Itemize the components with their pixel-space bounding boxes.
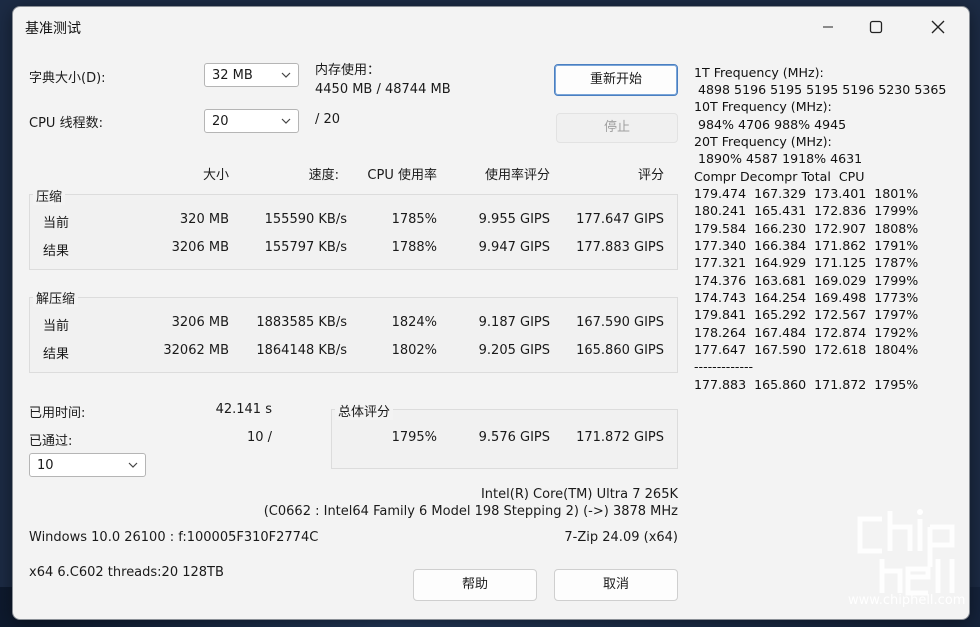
passes-value: 10 /	[246, 430, 272, 445]
results-row: 177.321 164.929 171.125 1787%	[694, 255, 919, 270]
col-cpu-usage: CPU 使用率	[367, 168, 437, 183]
benchmark-window: 基准测试 字典大小(D): 32 MB 内存使用： 4450 MB / 4874…	[12, 6, 970, 620]
compress-group	[29, 194, 678, 270]
help-button[interactable]: 帮助	[413, 569, 537, 601]
maximize-icon	[869, 20, 883, 34]
decompress-title: 解压缩	[33, 288, 79, 307]
app-version: 7-Zip 24.09 (x64)	[564, 530, 678, 545]
row-label: 结果	[43, 347, 70, 362]
col-speed: 速度:	[308, 168, 339, 183]
results-row: 180.241 165.431 172.836 1799%	[694, 203, 919, 218]
row-label: 当前	[43, 319, 70, 334]
cpu-detail: (C0662 : Intel64 Family 6 Model 198 Step…	[263, 504, 678, 519]
memory-usage-value: 4450 MB / 48744 MB	[315, 82, 451, 97]
cpu-threads-select[interactable]: 20	[204, 109, 299, 133]
cell-speed: 1864148 KB/s	[256, 343, 347, 358]
decompress-group	[29, 297, 678, 373]
passes-select-value: 10	[37, 458, 54, 473]
cell-size: 32062 MB	[163, 343, 229, 358]
passes-select[interactable]: 10	[29, 453, 146, 477]
col-rating: 评分	[637, 168, 664, 183]
dict-size-select[interactable]: 32 MB	[204, 63, 299, 87]
total-usage-rating: 9.576 GIPS	[478, 430, 550, 445]
maximize-button[interactable]	[853, 7, 899, 47]
cpu-threads-value: 20	[212, 114, 229, 129]
results-row: 174.743 164.254 169.498 1773%	[694, 290, 919, 305]
results-separator: -------------	[694, 359, 754, 374]
cancel-button[interactable]: 取消	[554, 569, 678, 601]
freq20-label: 20T Frequency (MHz):	[694, 134, 832, 149]
cell-rating: 177.883 GIPS	[576, 240, 664, 255]
compress-title: 压缩	[33, 186, 66, 205]
cell-rating: 165.860 GIPS	[576, 343, 664, 358]
results-row: 178.264 167.484 172.874 1792%	[694, 325, 919, 340]
cell-rating: 177.647 GIPS	[576, 212, 664, 227]
cpu-threads-max: / 20	[315, 112, 341, 127]
chiphell-logo-icon	[857, 509, 955, 596]
cell-size: 3206 MB	[171, 240, 229, 255]
results-row: 179.474 167.329 173.401 1801%	[694, 186, 919, 201]
watermark-text: www.chiphell.com	[848, 593, 966, 608]
col-size: 大小	[202, 168, 229, 183]
freq10-label: 10T Frequency (MHz):	[694, 99, 832, 114]
cell-rating: 167.590 GIPS	[576, 315, 664, 330]
memory-usage-label: 内存使用：	[315, 63, 381, 78]
results-row: 179.584 166.230 172.907 1808%	[694, 221, 919, 236]
chevron-down-icon	[281, 118, 291, 124]
cell-size: 3206 MB	[171, 315, 229, 330]
cell-cpu: 1788%	[391, 240, 437, 255]
cpu-name: Intel(R) Core(TM) Ultra 7 265K	[480, 487, 678, 502]
cell-speed: 155590 KB/s	[264, 212, 347, 227]
dict-size-value: 32 MB	[212, 68, 253, 83]
cell-speed: 155797 KB/s	[264, 240, 347, 255]
cell-usage-rating: 9.205 GIPS	[478, 343, 550, 358]
cell-cpu: 1802%	[391, 343, 437, 358]
cpu-threads-label: CPU 线程数:	[29, 116, 103, 131]
restart-button[interactable]: 重新开始	[554, 64, 678, 96]
results-row: 177.647 167.590 172.618 1804%	[694, 342, 919, 357]
freq1-values: 4898 5196 5195 5195 5196 5230 5365	[694, 82, 947, 97]
total-cpu: 1795%	[391, 430, 437, 445]
minimize-button[interactable]	[805, 7, 851, 47]
total-rating-title: 总体评分	[335, 401, 394, 420]
chevron-down-icon	[128, 462, 138, 468]
results-table-header: Compr Decompr Total CPU	[694, 169, 865, 184]
cell-size: 320 MB	[179, 212, 229, 227]
cell-usage-rating: 9.955 GIPS	[478, 212, 550, 227]
close-button[interactable]	[915, 7, 961, 47]
col-usage-rating: 使用率评分	[484, 168, 550, 183]
minimize-icon	[823, 26, 833, 28]
dict-size-label: 字典大小(D):	[29, 71, 106, 86]
cell-cpu: 1824%	[391, 315, 437, 330]
total-rating: 171.872 GIPS	[576, 430, 664, 445]
results-row: 174.376 163.681 169.029 1799%	[694, 273, 919, 288]
elapsed-value: 42.141 s	[215, 402, 272, 417]
stop-button[interactable]: 停止	[556, 113, 678, 143]
results-row: 177.340 166.384 171.862 1791%	[694, 238, 919, 253]
row-label: 当前	[43, 216, 70, 231]
os-info: Windows 10.0 26100 : f:100005F310F2774C	[29, 530, 319, 545]
cell-usage-rating: 9.187 GIPS	[478, 315, 550, 330]
build-info: x64 6.C602 threads:20 128TB	[29, 565, 224, 580]
freq20-values: 1890% 4587 1918% 4631	[694, 151, 863, 166]
elapsed-label: 已用时间:	[29, 406, 86, 421]
results-summary: 177.883 165.860 171.872 1795%	[694, 377, 919, 392]
freq1-label: 1T Frequency (MHz):	[694, 65, 824, 80]
freq10-values: 984% 4706 988% 4945	[694, 117, 847, 132]
cell-speed: 1883585 KB/s	[256, 315, 347, 330]
row-label: 结果	[43, 244, 70, 259]
close-icon	[931, 20, 945, 34]
cell-usage-rating: 9.947 GIPS	[478, 240, 550, 255]
passes-label: 已通过:	[29, 434, 73, 449]
chiphell-watermark: www.chiphell.com	[848, 507, 972, 617]
results-row: 179.841 165.292 172.567 1797%	[694, 307, 919, 322]
window-title: 基准测试	[25, 21, 81, 37]
title-bar[interactable]: 基准测试	[13, 7, 969, 47]
chevron-down-icon	[281, 72, 291, 78]
cell-cpu: 1785%	[391, 212, 437, 227]
